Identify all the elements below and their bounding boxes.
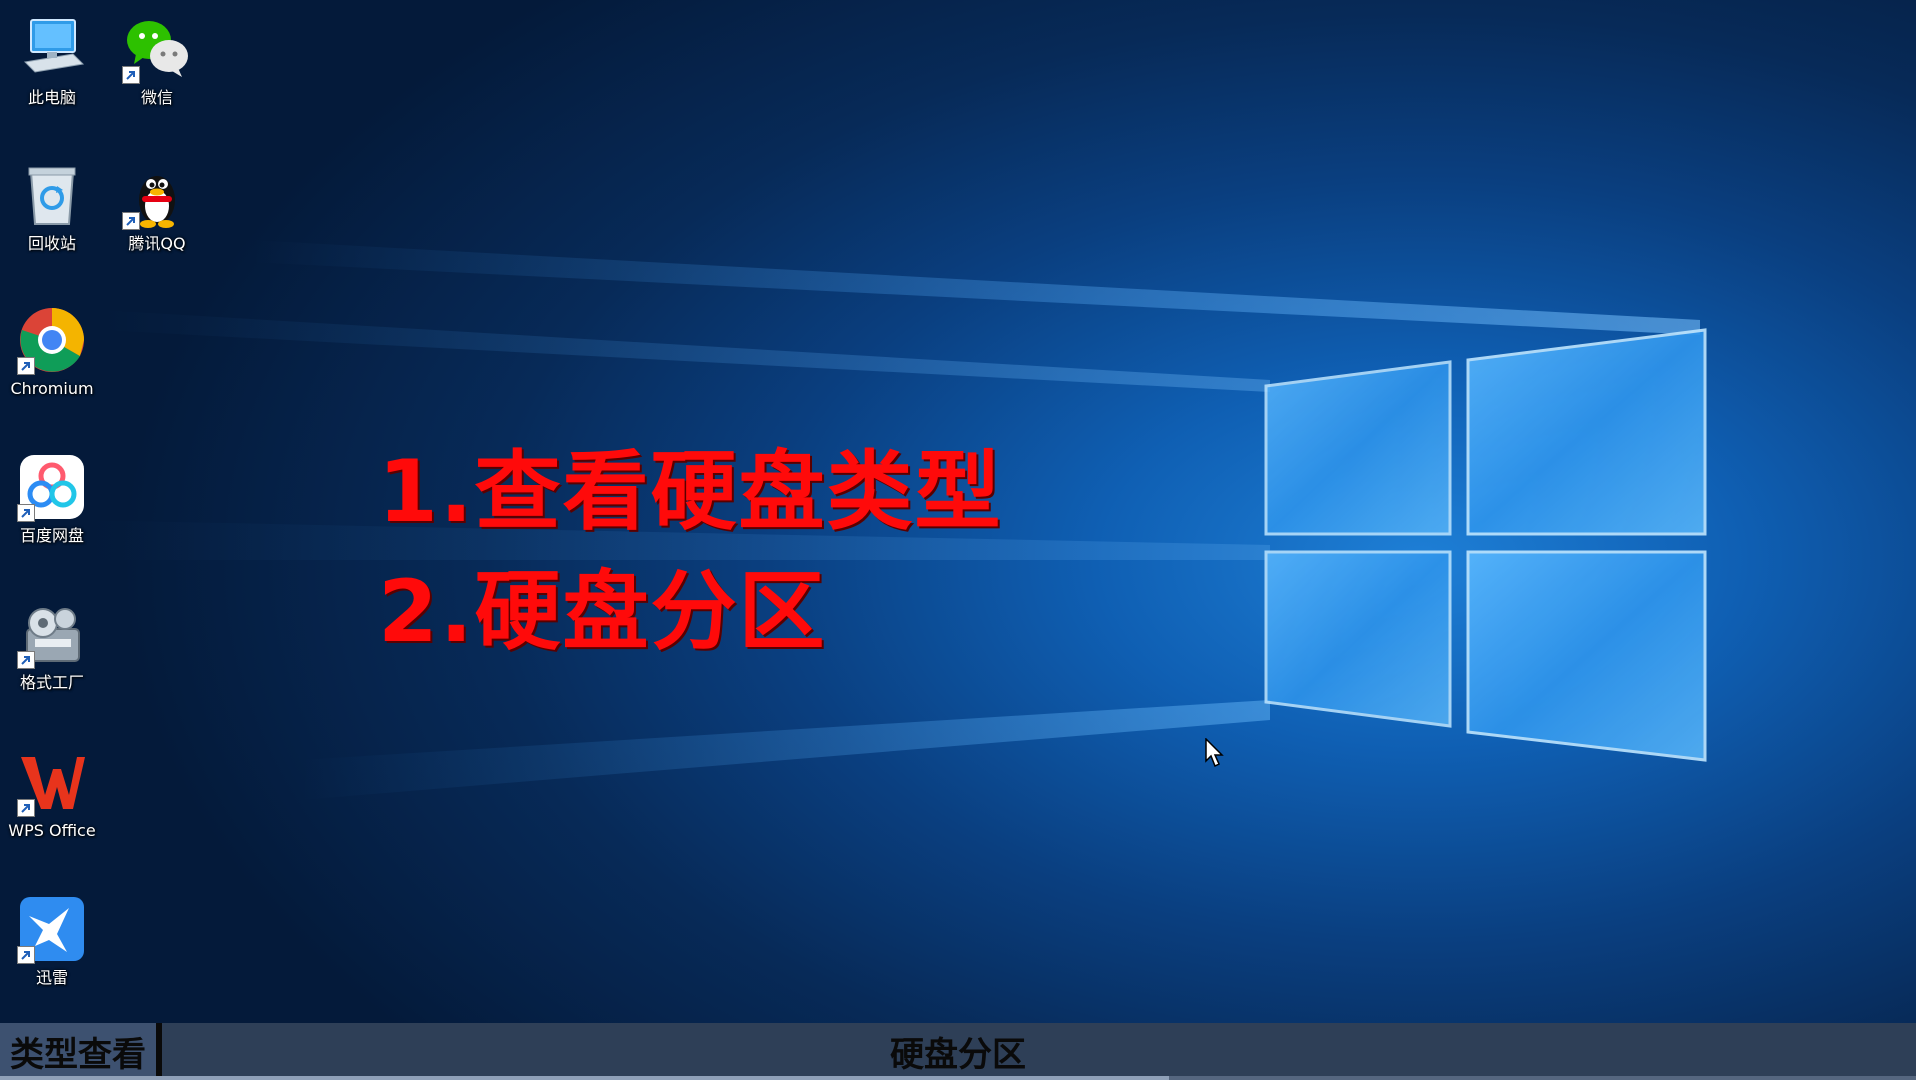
overlay-line-1: 1.查看硬盘类型: [378, 442, 1003, 542]
desktop-icon-label: 格式工厂: [19, 673, 84, 692]
desktop-icon-baidu-netdisk[interactable]: 百度网盘: [0, 452, 104, 546]
desktop-icon-wechat[interactable]: 微信: [105, 14, 209, 108]
shortcut-arrow-icon: [122, 212, 140, 230]
desktop-icon-label: 腾讯QQ: [128, 234, 186, 253]
shortcut-arrow-icon: [122, 66, 140, 84]
desktop-icon-label: Chromium: [10, 379, 94, 398]
desktop-icon-label: 此电脑: [27, 88, 76, 107]
overlay-instruction-text: 1.查看硬盘类型 2.硬盘分区: [378, 432, 1003, 672]
desktop-icon-tencent-qq[interactable]: 腾讯QQ: [105, 160, 209, 254]
windows-logo-pane: [1264, 360, 1452, 536]
shortcut-arrow-icon: [17, 357, 35, 375]
desktop-icon-wps-office[interactable]: WPS Office: [0, 747, 104, 841]
progress-track[interactable]: [0, 1076, 1916, 1080]
shortcut-arrow-icon: [17, 504, 35, 522]
desktop-icon-label: 回收站: [27, 234, 76, 253]
progress-fill: [0, 1076, 1169, 1080]
desktop-icon-label: 百度网盘: [19, 526, 84, 545]
windows-logo-pane: [1466, 550, 1707, 762]
desktop[interactable]: 此电脑 回收站 Chromium 百度网盘 格式工厂 WPS Office 迅雷…: [0, 0, 1916, 1080]
windows-logo-pane: [1466, 328, 1707, 536]
shortcut-arrow-icon: [17, 651, 35, 669]
shortcut-arrow-icon: [17, 946, 35, 964]
desktop-icon-chromium[interactable]: Chromium: [0, 305, 104, 399]
overlay-line-2: 2.硬盘分区: [378, 562, 827, 662]
desktop-icon-this-pc[interactable]: 此电脑: [0, 14, 104, 108]
video-chapter-bar[interactable]: 硬盘分区 类型查看: [0, 1023, 1916, 1080]
desktop-icon-label: 微信: [140, 88, 173, 107]
computer-icon: [23, 19, 85, 73]
desktop-icon-format-factory[interactable]: 格式工厂: [0, 599, 104, 693]
beam: [100, 310, 1270, 392]
chapter-label-current: 硬盘分区: [890, 1035, 1026, 1075]
mouse-cursor-icon: [1205, 738, 1224, 768]
desktop-icon-label: WPS Office: [8, 821, 96, 840]
desktop-icon-label: 迅雷: [35, 968, 68, 987]
chapter-label-previous[interactable]: 类型查看: [0, 1023, 162, 1080]
recycle-bin-icon: [28, 167, 76, 225]
desktop-icon-recycle-bin[interactable]: 回收站: [0, 160, 104, 254]
desktop-icon-xunlei[interactable]: 迅雷: [0, 894, 104, 988]
beam: [300, 700, 1270, 800]
beam: [250, 240, 1700, 335]
shortcut-arrow-icon: [17, 799, 35, 817]
windows-logo-pane: [1264, 550, 1452, 728]
